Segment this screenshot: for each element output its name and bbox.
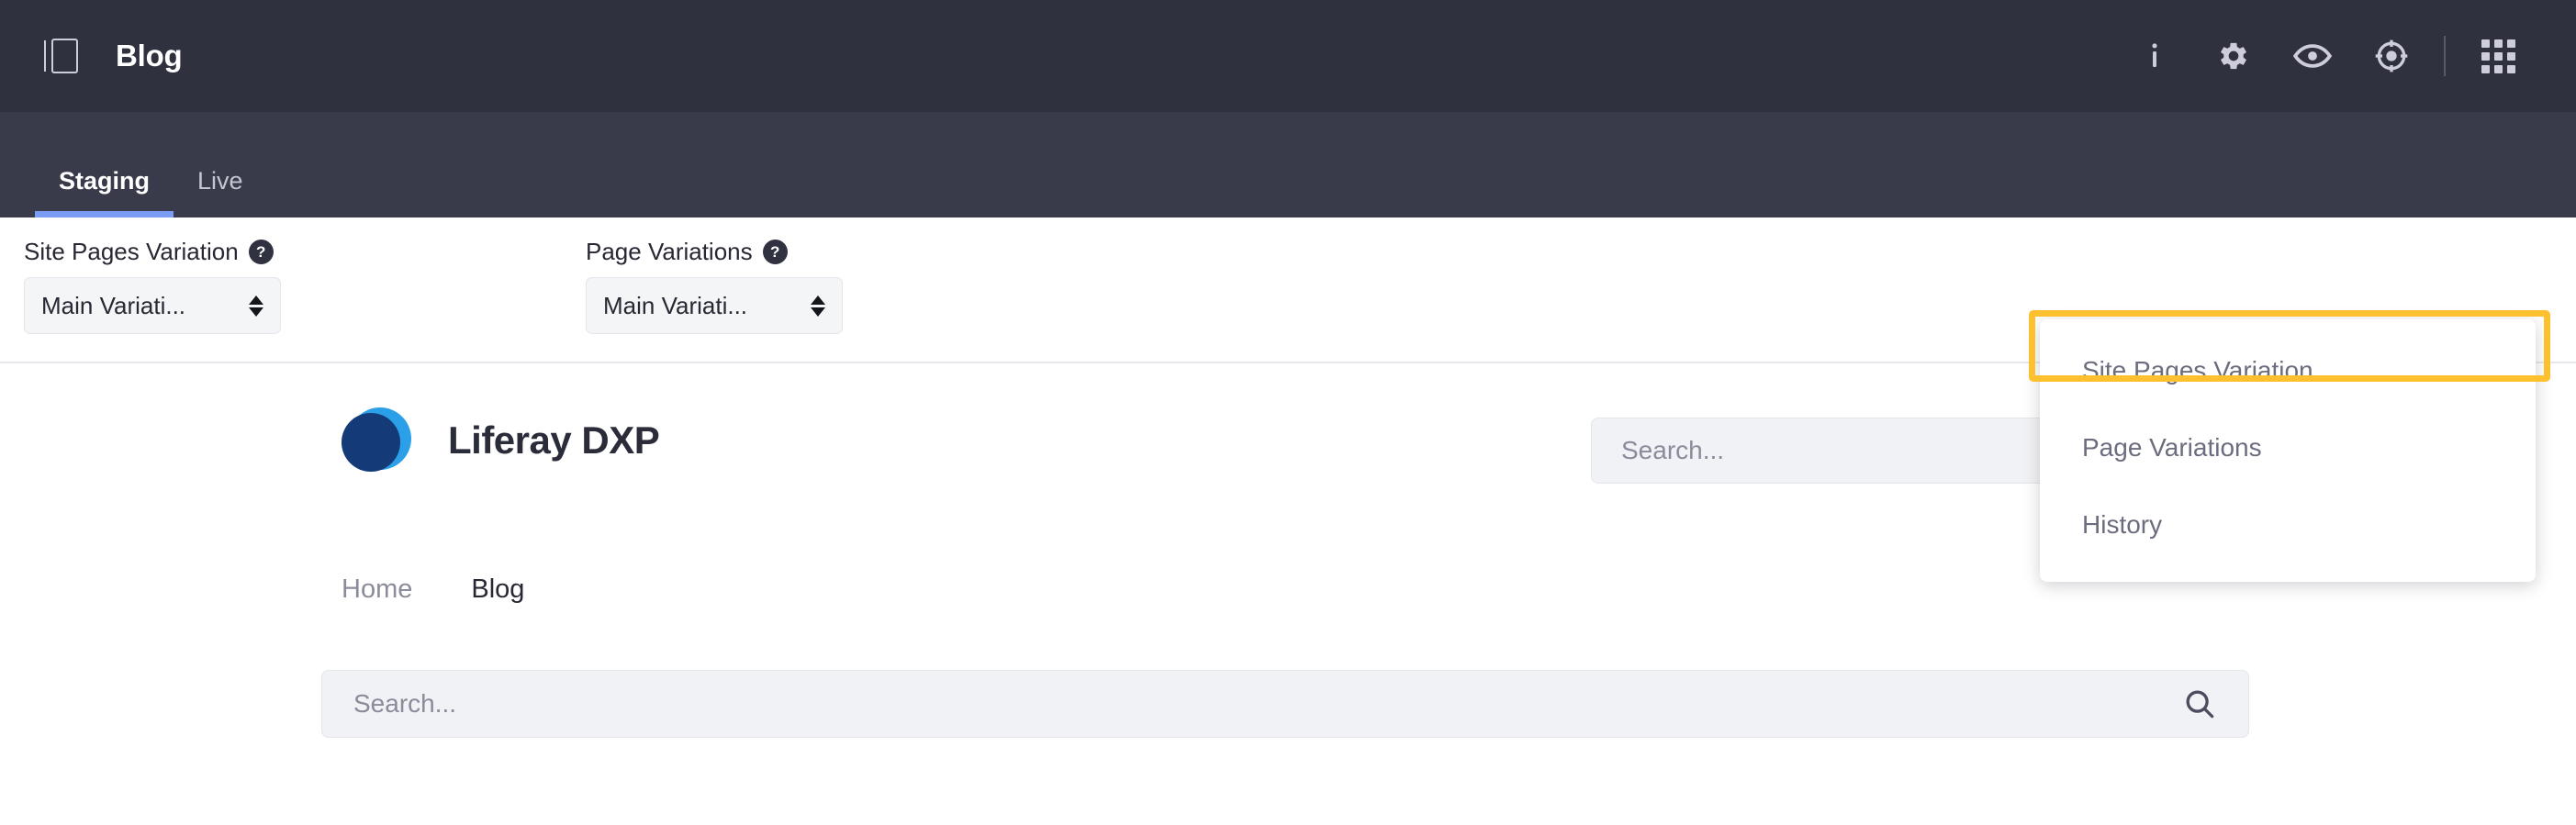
header-divider — [2444, 36, 2446, 76]
page-variations-control: Page Variations ? Main Variati... — [586, 238, 843, 334]
sidebar-toggle-bar — [44, 40, 46, 72]
sidebar-toggle-icon[interactable] — [42, 36, 83, 76]
nav-item-blog[interactable]: Blog — [453, 574, 565, 605]
nav-item-home[interactable]: Home — [342, 574, 453, 605]
page-variations-select[interactable]: Main Variati... — [586, 277, 843, 334]
menu-item-history-label: History — [2082, 510, 2163, 539]
page-variations-label-row: Page Variations ? — [586, 238, 843, 266]
target-icon[interactable] — [2352, 24, 2431, 88]
title-bar-left: Blog — [0, 36, 183, 76]
grid-icon[interactable] — [2458, 24, 2537, 88]
search-icon[interactable] — [2182, 686, 2217, 721]
tab-live-label: Live — [197, 167, 243, 195]
title-bar: Blog — [0, 0, 2576, 112]
menu-item-site-pages-variation[interactable]: Site Pages Variation — [2040, 332, 2536, 409]
main-search-input[interactable]: Search... — [321, 670, 2249, 738]
chevron-updown-icon — [249, 295, 263, 317]
page-title: Blog — [116, 39, 183, 72]
menu-item-page-variations[interactable]: Page Variations — [2040, 409, 2536, 486]
site-pages-variation-select[interactable]: Main Variati... — [24, 277, 281, 334]
site-header-search-placeholder: Search... — [1621, 436, 1725, 464]
main-search-placeholder: Search... — [353, 689, 457, 718]
site-pages-variation-label-row: Site Pages Variation ? — [24, 238, 281, 266]
menu-item-page-variations-label: Page Variations — [2082, 433, 2262, 462]
staging-options-dropdown: Site Pages Variation Page Variations His… — [2040, 319, 2536, 582]
site-pages-variation-control: Site Pages Variation ? Main Variati... — [24, 238, 281, 334]
tab-staging[interactable]: Staging — [35, 167, 174, 217]
menu-item-site-pages-variation-label: Site Pages Variation — [2082, 356, 2313, 385]
sidebar-toggle-box — [51, 39, 78, 73]
help-icon-site-pages-variation[interactable]: ? — [248, 240, 274, 264]
eye-icon[interactable] — [2273, 24, 2352, 88]
site-pages-variation-label: Site Pages Variation — [24, 238, 239, 265]
tab-live[interactable]: Live — [174, 167, 267, 217]
help-icon-page-variations[interactable]: ? — [762, 240, 788, 264]
staging-tabs: Staging Live — [0, 112, 2576, 217]
site-brand[interactable]: Liferay DXP — [342, 406, 660, 475]
grid-icon-dots — [2481, 39, 2515, 73]
site-brand-name: Liferay DXP — [448, 418, 660, 462]
site-navigation: Home Blog — [342, 574, 565, 605]
page-variations-value: Main Variati... — [603, 291, 748, 319]
chevron-updown-icon — [811, 295, 825, 317]
site-pages-variation-value: Main Variati... — [41, 291, 186, 319]
logo-circle-front — [342, 413, 400, 472]
info-icon[interactable] — [2115, 24, 2194, 88]
liferay-logo-icon — [342, 406, 411, 475]
title-bar-actions — [2115, 24, 2576, 88]
gear-icon[interactable] — [2194, 24, 2273, 88]
page-variations-label: Page Variations — [586, 238, 753, 265]
app-screen: Blog Staging Live Site Pages Variation ?… — [0, 0, 2576, 825]
site-header-search-input[interactable]: Search... — [1591, 418, 2068, 484]
menu-item-history[interactable]: History — [2040, 486, 2536, 563]
tab-staging-label: Staging — [59, 167, 150, 195]
